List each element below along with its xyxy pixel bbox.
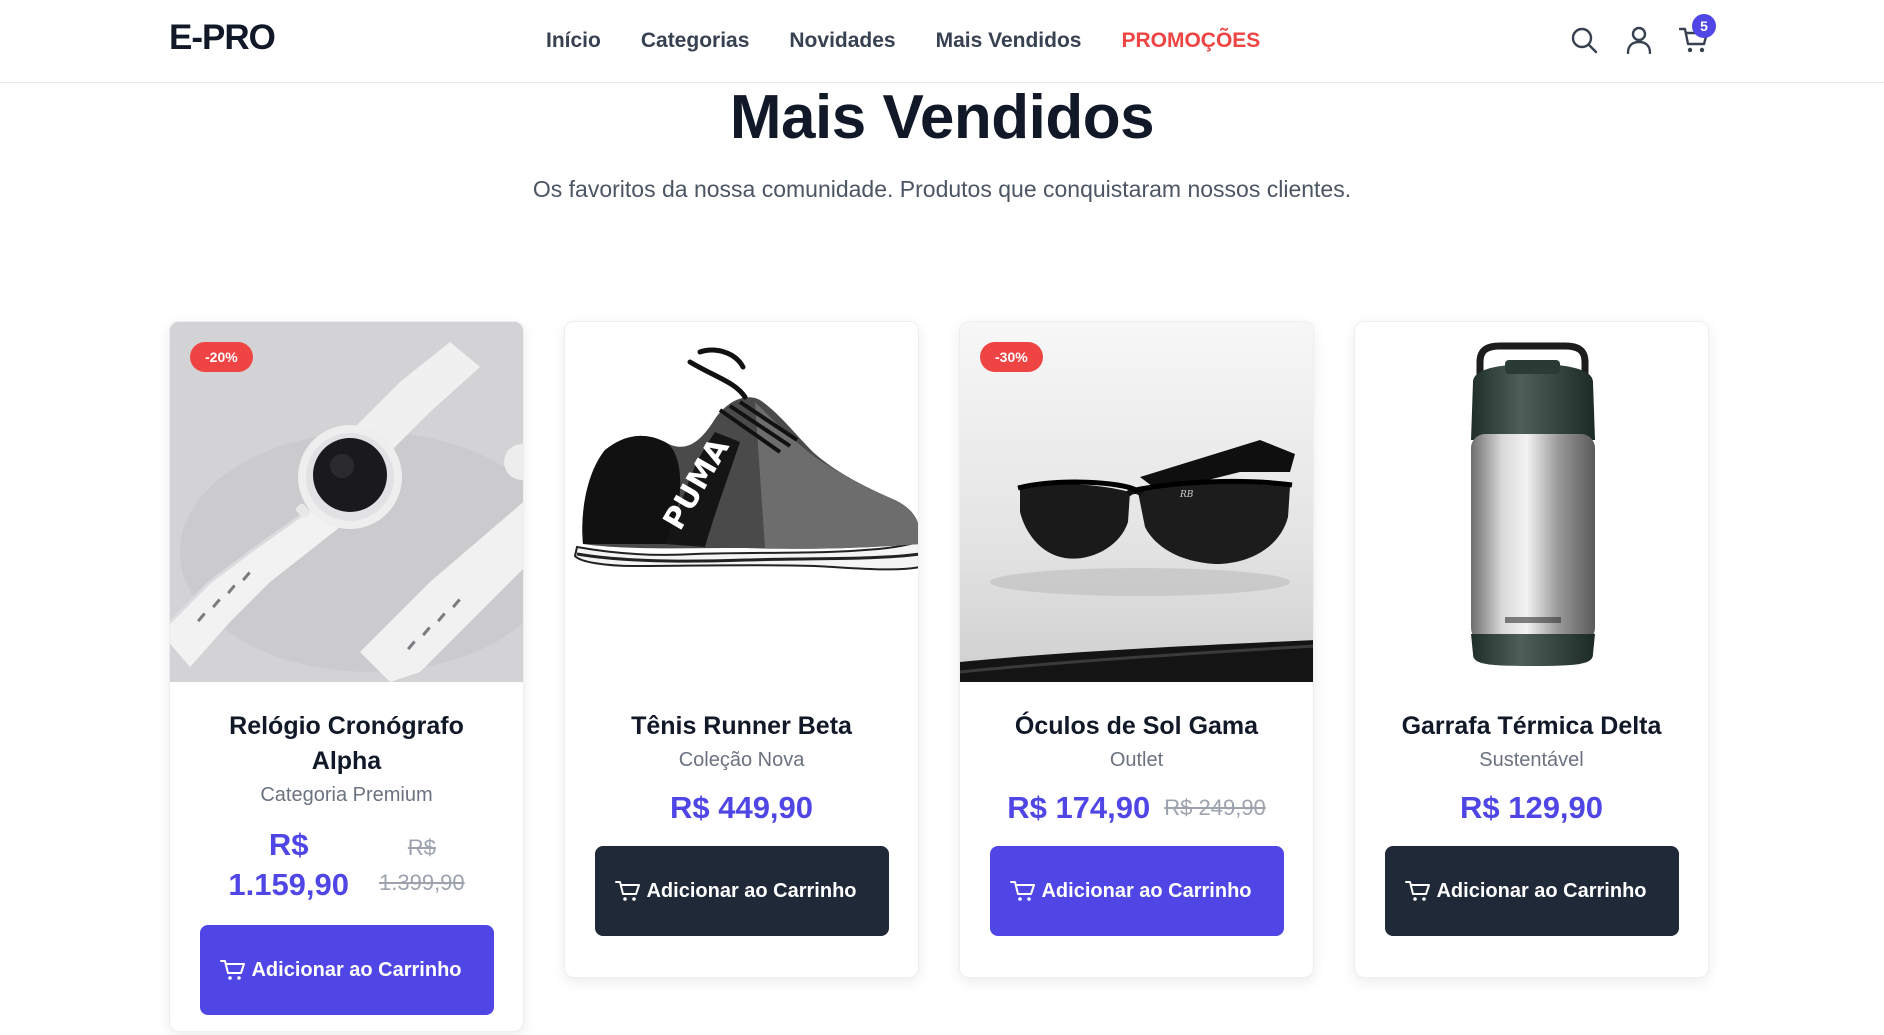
price-row: R$ 174,90 R$ 249,90 [960,790,1313,826]
add-to-cart-button[interactable]: Adicionar ao Carrinho [199,925,494,1015]
product-category: Coleção Nova [678,749,805,771]
old-price-value: 1.399,90 [379,870,465,895]
search-icon[interactable] [1566,22,1602,58]
cart-icon [219,960,245,980]
product-name[interactable]: Tênis Runner Beta [565,709,918,744]
nav-novidades[interactable]: Novidades [789,29,895,53]
page-title: Mais Vendidos [729,83,1155,152]
price-value: 1.159,90 [228,867,350,902]
product-old-price: R$ 249,90 [1164,795,1266,820]
cart-icon [1009,881,1035,901]
product-price: R$ 1.159,90 [228,825,349,905]
nav-mais-vendidos[interactable]: Mais Vendidos [936,29,1082,53]
nav-categorias[interactable]: Categorias [641,29,750,53]
product-category: Categoria Premium [260,784,433,806]
add-to-cart-button[interactable]: Adicionar ao Carrinho [989,846,1284,936]
price-currency: R$ [268,827,309,862]
page-subtitle: Os favoritos da nossa comunidade. Produt… [532,176,1352,202]
nav-inicio[interactable]: Início [546,29,601,53]
add-to-cart-button[interactable]: Adicionar ao Carrinho [1384,846,1679,936]
cart-icon[interactable]: 5 [1676,14,1716,58]
cart-icon [1404,881,1430,901]
product-name[interactable]: Óculos de Sol Gama [960,709,1313,744]
user-icon[interactable] [1621,22,1657,58]
add-to-cart-button[interactable]: Adicionar ao Carrinho [594,846,889,936]
product-price: R$ 449,90 [669,790,814,825]
product-image-watch[interactable]: -20% [170,322,523,682]
product-price: R$ 129,90 [1459,790,1604,825]
product-image-sneaker[interactable]: PUMA [565,322,918,682]
product-card-relogio[interactable]: -20% Relógio Cronógrafo Alpha Categoria … [169,321,524,1032]
cart-count-badge: 5 [1692,14,1716,38]
logo[interactable]: E-PRO [169,18,276,58]
price-row: R$ 129,90 [1355,790,1708,826]
product-name[interactable]: Garrafa Térmica Delta [1355,709,1708,744]
nav-promocoes[interactable]: PROMOÇÕES [1121,29,1260,53]
discount-badge: -20% [190,342,253,372]
cart-icon [614,881,640,901]
product-name[interactable]: Relógio Cronógrafo Alpha [170,709,523,779]
svg-text:RB: RB [1179,490,1194,500]
main-nav: Início Categorias Novidades Mais Vendido… [546,26,1260,56]
product-image-thermos[interactable] [1355,322,1708,682]
product-image-sunglasses[interactable]: RB -30% [960,322,1313,682]
discount-badge: -30% [980,342,1043,372]
product-card-oculos[interactable]: RB -30% Óculos de Sol Gama Outlet R$ 174… [959,321,1314,978]
price-row: R$ 449,90 [565,790,918,826]
product-card-tenis[interactable]: PUMA Tênis Runner Beta Coleção Nova R$ 4… [564,321,919,978]
site-header: E-PRO Início Categorias Novidades Mais V… [0,0,1884,83]
product-category: Sustentável [1479,749,1584,771]
product-card-garrafa[interactable]: Garrafa Térmica Delta Sustentável R$ 129… [1354,321,1709,978]
old-price-currency: R$ [407,835,436,860]
product-old-price: R$ 1.399,90 [379,830,465,900]
product-category: Outlet [1109,749,1164,771]
price-row: R$ 1.159,90 R$ 1.399,90 [170,825,523,905]
product-price: R$ 174,90 [1007,790,1151,825]
